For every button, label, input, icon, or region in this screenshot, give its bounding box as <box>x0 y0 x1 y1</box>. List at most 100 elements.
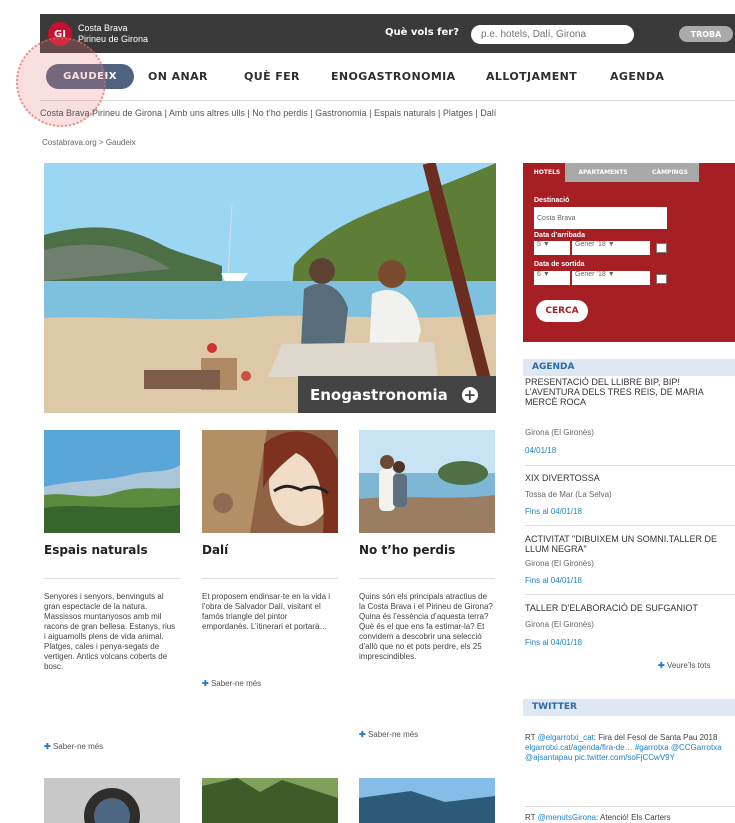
tweet-item[interactable]: RT @elgarrotxi_cat: Fira del Fesol de Sa… <box>525 733 735 763</box>
nav-item-on-anar[interactable]: ON ANAR <box>148 70 208 83</box>
card-text-dali: Et proposem endinsar-te en la vida i l’o… <box>202 592 331 631</box>
card-image-espais-naturals[interactable] <box>44 430 180 533</box>
card-divider <box>44 578 180 579</box>
mountain-landscape-photo <box>44 430 180 533</box>
departure-date-label: Data de sortida <box>534 261 585 268</box>
card-divider <box>202 578 338 579</box>
agenda-heading: AGENDA <box>523 359 735 376</box>
chevron-down-icon: ▼ <box>542 241 550 248</box>
agenda-event-place: Girona (El Gironès) <box>525 620 594 629</box>
calendar-icon[interactable] <box>656 274 667 284</box>
departure-month-value: Gener ’18 <box>575 271 606 278</box>
agenda-event-place: Girona (El Gironès) <box>525 428 594 437</box>
tweet-text: : Fira del Fesol de Santa Pau 2018 <box>593 733 718 742</box>
see-all-events-link[interactable]: ✚ Veure’ls tots <box>658 661 711 670</box>
tweet-divider <box>525 806 735 807</box>
read-more-label: Saber-ne més <box>52 742 104 751</box>
nav-item-allotjament[interactable]: ALLOTJAMENT <box>486 70 577 83</box>
search-input[interactable] <box>471 25 634 44</box>
agenda-divider <box>525 465 735 466</box>
coast-people-photo <box>359 430 495 533</box>
bottom-photo-right <box>359 778 495 823</box>
agenda-event-date: Fins al 04/01/18 <box>525 507 582 516</box>
dali-photo <box>202 430 338 533</box>
tweet-handle[interactable]: @menutsGirona <box>538 813 596 822</box>
bottom-photo-left <box>44 778 180 823</box>
agenda-event-date: 04/01/18 <box>525 446 557 455</box>
booking-widget: HOTELS APARTAMENTS CÀMPINGS Destinació D… <box>523 163 735 342</box>
departure-day-value: 6 <box>537 271 541 278</box>
tweet-prefix: RT <box>525 813 538 822</box>
brand-name[interactable]: Costa Brava Pirineu de Girona <box>78 23 148 45</box>
search-label: Què vols fer? <box>385 27 459 38</box>
card-title-dali[interactable]: Dalí <box>202 543 228 557</box>
secondary-navigation[interactable]: Costa Brava Pirineu de Girona | Amb uns … <box>40 107 735 123</box>
booking-search-button[interactable]: CERCA <box>536 300 588 322</box>
nav-item-enogastronomia[interactable]: ENOGASTRONOMIA <box>331 70 456 83</box>
card-text-espais-naturals: Senyores i senyors, benvinguts al gran e… <box>44 592 176 671</box>
agenda-divider <box>525 525 735 526</box>
tweet-item[interactable]: RT @menutsGirona: Atenció! Els Carters <box>525 813 735 823</box>
chevron-down-icon: ▼ <box>542 271 550 278</box>
agenda-event-title[interactable]: XIX DIVERTOSSA <box>525 473 735 483</box>
read-more-dali[interactable]: ✚ Saber-ne més <box>202 679 261 688</box>
main-navigation: GAUDEIX ON ANAR QUÈ FER ENOGASTRONOMIA A… <box>40 53 735 101</box>
nav-item-que-fer[interactable]: QUÈ FER <box>244 70 300 83</box>
arrival-day-select[interactable]: 5 ▼ <box>534 241 570 255</box>
card-image-bottom-middle[interactable] <box>202 778 338 823</box>
chevron-down-icon: ▼ <box>607 271 615 278</box>
hero-caption[interactable]: Enogastronomia + <box>298 376 496 413</box>
tab-apartaments[interactable]: APARTAMENTS <box>565 163 641 182</box>
tweet-handle[interactable]: @elgarrotxi_cat <box>538 733 594 742</box>
tweet-links[interactable]: elgarrotxi.cat/agenda/fira-de… #garrotxa… <box>525 743 735 763</box>
brand-line-1: Costa Brava <box>78 23 128 33</box>
destination-input[interactable] <box>534 207 667 229</box>
agenda-divider <box>525 594 735 595</box>
plus-icon: ✚ <box>359 730 366 739</box>
chevron-down-icon: ▼ <box>607 241 615 248</box>
card-image-dali[interactable] <box>202 430 338 533</box>
plus-circle-icon[interactable]: + <box>461 386 478 403</box>
breadcrumb[interactable]: Costabrava.org > Gaudeix <box>42 138 136 147</box>
see-all-label: Veure’ls tots <box>666 661 711 670</box>
card-image-no-tho-perdis[interactable] <box>359 430 495 533</box>
nav-item-agenda[interactable]: AGENDA <box>610 70 664 83</box>
agenda-event-title[interactable]: TALLER D’ELABORACIÓ DE SUFGANIOT <box>525 603 735 613</box>
arrival-month-value: Gener ’18 <box>575 241 606 248</box>
plus-icon: ✚ <box>202 679 209 688</box>
plus-icon: ✚ <box>658 661 665 670</box>
search-button[interactable]: TROBA <box>679 26 733 42</box>
departure-day-select[interactable]: 6 ▼ <box>534 271 570 285</box>
agenda-event-date: Fins al 04/01/18 <box>525 576 582 585</box>
agenda-event-place: Tossa de Mar (La Selva) <box>525 490 612 499</box>
read-more-espais-naturals[interactable]: ✚ Saber-ne més <box>44 742 103 751</box>
destination-label: Destinació <box>534 197 570 204</box>
read-more-label: Saber-ne més <box>367 730 419 739</box>
card-image-bottom-right[interactable] <box>359 778 495 823</box>
agenda-event-place: Girona (El Gironès) <box>525 559 594 568</box>
tweet-text: : Atenció! Els Carters <box>595 813 671 822</box>
hero-caption-label: Enogastronomia <box>310 385 448 404</box>
top-bar: GI Costa Brava Pirineu de Girona Què vol… <box>40 14 735 53</box>
bottom-photo-middle <box>202 778 338 823</box>
agenda-event-title[interactable]: PRESENTACIÓ DEL LLIBRE BIP, BIP! L’AVENT… <box>525 377 735 407</box>
arrival-date-label: Data d’arribada <box>534 232 585 239</box>
card-image-bottom-left[interactable] <box>44 778 180 823</box>
tweet-prefix: RT <box>525 733 538 742</box>
read-more-no-tho-perdis[interactable]: ✚ Saber-ne més <box>359 730 418 739</box>
brand-line-2: Pirineu de Girona <box>78 34 149 44</box>
card-title-espais-naturals[interactable]: Espais naturals <box>44 543 148 557</box>
arrival-month-select[interactable]: Gener ’18 ▼ <box>572 241 650 255</box>
arrival-day-value: 5 <box>537 241 541 248</box>
tab-campings[interactable]: CÀMPINGS <box>641 163 699 182</box>
read-more-label: Saber-ne més <box>210 679 262 688</box>
agenda-event-date: Fins al 04/01/18 <box>525 638 582 647</box>
card-title-no-tho-perdis[interactable]: No t’ho perdis <box>359 543 455 557</box>
card-divider <box>359 578 495 579</box>
departure-month-select[interactable]: Gener ’18 ▼ <box>572 271 650 285</box>
calendar-icon[interactable] <box>656 243 667 253</box>
card-text-no-tho-perdis: Quins són els principals atractius de la… <box>359 592 493 661</box>
tab-hotels[interactable]: HOTELS <box>529 163 565 182</box>
plus-icon: ✚ <box>44 742 51 751</box>
agenda-event-title[interactable]: ACTIVITAT "DIBUIXEM UN SOMNI.TALLER DE L… <box>525 534 735 554</box>
